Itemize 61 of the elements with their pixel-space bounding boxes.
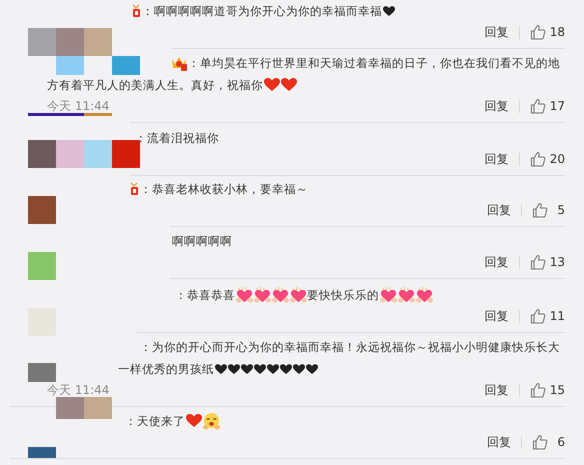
thumbs-up-icon[interactable] xyxy=(530,382,546,398)
heart-icon xyxy=(214,364,226,374)
comment-text: 老林收获小林，要幸福～ xyxy=(176,182,308,196)
thumbs-up-icon[interactable] xyxy=(530,151,546,167)
comment-text: ：恭喜恭喜 xyxy=(175,288,235,302)
heart-hands-icon xyxy=(380,286,396,304)
like-count: 11 xyxy=(550,309,565,323)
like-count: 20 xyxy=(550,152,565,166)
reply-link[interactable]: 回复 xyxy=(484,308,509,324)
heart-icon xyxy=(266,364,278,374)
reply-link[interactable]: 回复 xyxy=(484,98,509,114)
reply-link[interactable]: 回复 xyxy=(484,382,509,398)
thumbs-up-icon[interactable] xyxy=(530,254,546,270)
heart-hands-icon xyxy=(398,286,414,304)
heart-hands-icon xyxy=(416,286,432,304)
comment-text: ：啊啊啊啊啊道哥为你开心为你的幸福而幸福 xyxy=(142,4,382,18)
thumbs-up-icon[interactable] xyxy=(530,308,546,324)
comment-text: 啊啊啊啊啊 xyxy=(172,234,232,248)
medal-icon xyxy=(132,4,141,18)
heart-icon xyxy=(240,364,252,374)
like-count: 13 xyxy=(550,255,565,269)
heart-hands-icon xyxy=(254,286,270,304)
comment-text: 一样优秀的男孩纸 xyxy=(118,362,214,376)
smiley-icon xyxy=(202,412,220,430)
comment-text: ：天使来了 xyxy=(125,414,185,428)
reply-link[interactable]: 回复 xyxy=(487,434,511,450)
timestamp: 今天 11:44 xyxy=(47,98,110,114)
heart-hands-icon xyxy=(272,286,288,304)
medal-icon xyxy=(130,182,139,196)
heart-icon xyxy=(280,78,296,92)
thumbs-up-icon[interactable] xyxy=(532,202,548,218)
like-count: 18 xyxy=(550,25,565,39)
heart-icon xyxy=(306,364,318,374)
reply-link[interactable]: 回复 xyxy=(484,254,509,270)
comment-text: ：恭喜 xyxy=(140,182,176,196)
thumbs-up-icon[interactable] xyxy=(532,434,548,450)
comment-text: 要快快乐乐的 xyxy=(307,288,379,302)
reply-link[interactable]: 回复 xyxy=(484,150,509,168)
heart-icon xyxy=(254,364,266,374)
comment-text: ：流着泪祝福你 xyxy=(135,130,219,146)
timestamp: 今天 11:44 xyxy=(47,382,110,398)
like-count: 5 xyxy=(556,203,565,217)
heart-hands-icon xyxy=(236,286,252,304)
heart-icon xyxy=(292,364,304,374)
heart-icon xyxy=(280,364,292,374)
like-count: 17 xyxy=(550,99,565,113)
like-count: 6 xyxy=(556,435,565,449)
like-count: 15 xyxy=(550,383,565,397)
heart-hands-icon xyxy=(290,286,306,304)
heart-icon xyxy=(186,414,202,428)
thumbs-up-icon[interactable] xyxy=(530,98,546,114)
heart-icon xyxy=(264,78,280,92)
reply-link[interactable]: 回复 xyxy=(484,24,509,40)
reply-link[interactable]: 回复 xyxy=(487,202,511,218)
heart-icon xyxy=(228,364,240,374)
crown-icon xyxy=(171,55,187,71)
comment-text: 方有着平凡人的美满人生。真好，祝福你 xyxy=(47,78,263,92)
comment-text: ：为你的开心而开心为你的幸福而幸福！永远祝福你～祝福小小明健康快乐长大 xyxy=(140,340,560,354)
comment-text: ：单均昊在平行世界里和天瑜过着幸福的日子，你也在我们看不见的地 xyxy=(188,56,560,70)
heart-icon xyxy=(382,6,394,16)
thumbs-up-icon[interactable] xyxy=(530,24,546,40)
